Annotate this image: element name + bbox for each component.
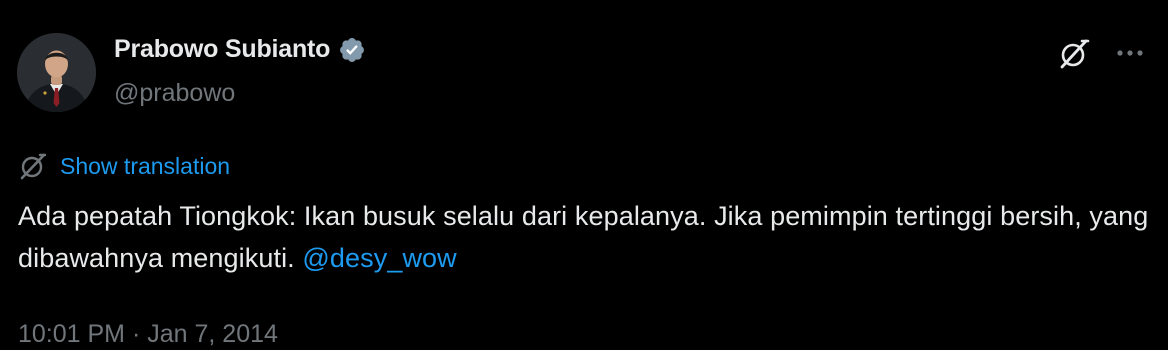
tweet-date[interactable]: Jan 7, 2014	[147, 320, 278, 348]
verified-badge-icon[interactable]	[338, 36, 366, 64]
avatar[interactable]	[17, 33, 96, 112]
avatar-image	[17, 33, 96, 112]
mention-link[interactable]: @desy_wow	[302, 243, 456, 273]
tweet-text: Ada pepatah Tiongkok: Ikan busuk selalu …	[18, 195, 1153, 279]
author-display-name-row[interactable]: Prabowo Subianto	[114, 35, 366, 64]
timestamp-row: 10:01 PM · Jan 7, 2014	[18, 320, 278, 349]
show-translation-link[interactable]: Show translation	[60, 153, 230, 180]
tweet-body: Ada pepatah Tiongkok: Ikan busuk selalu …	[18, 201, 1149, 273]
tweet-time[interactable]: 10:01 PM	[18, 320, 125, 348]
translate-icon	[20, 153, 47, 180]
author-display-name[interactable]: Prabowo Subianto	[114, 35, 330, 64]
translation-row[interactable]: Show translation	[18, 151, 230, 181]
timestamp-separator: ·	[131, 320, 141, 348]
more-options-icon[interactable]	[1113, 40, 1147, 66]
author-handle[interactable]: @prabowo	[114, 79, 235, 108]
grok-icon[interactable]	[1057, 37, 1091, 71]
